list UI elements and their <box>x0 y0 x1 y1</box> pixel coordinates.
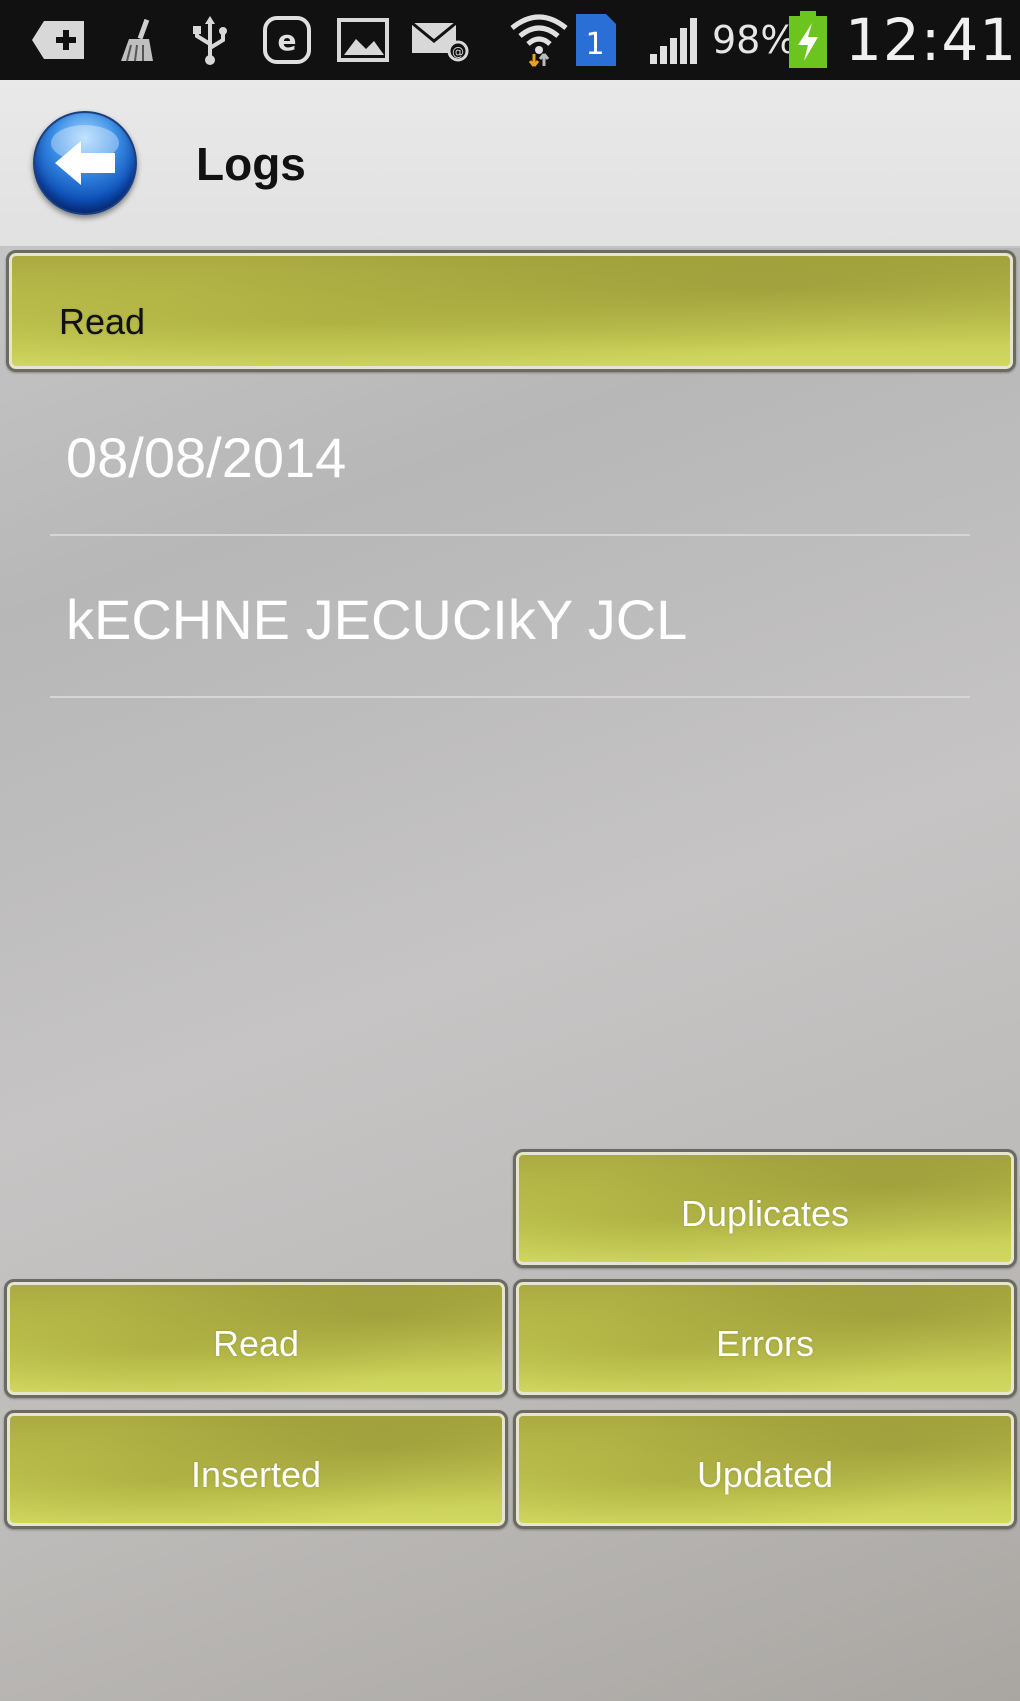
signal-icon <box>648 14 704 66</box>
inserted-button-label: Inserted <box>190 1453 322 1495</box>
wifi-icon <box>508 14 570 67</box>
page-title: Logs <box>196 138 306 190</box>
svg-text:e: e <box>278 24 297 57</box>
list-item-text: kECHNE JECUCIkY JCL <box>66 588 688 651</box>
action-bar: Logs <box>0 80 1020 248</box>
sim-1-icon: 1 <box>574 14 618 66</box>
e-icon: e <box>262 14 312 66</box>
list-item-date[interactable]: 08/08/2014 <box>50 376 970 536</box>
svg-text:@: @ <box>452 45 464 59</box>
add-icon <box>30 14 88 66</box>
duplicates-button-label: Duplicates <box>680 1192 850 1234</box>
duplicates-button[interactable]: Duplicates <box>513 1149 1017 1268</box>
image-icon <box>336 14 390 66</box>
updated-button-label: Updated <box>696 1453 834 1495</box>
back-arrow-icon <box>51 125 119 185</box>
svg-text:1: 1 <box>585 27 604 62</box>
updated-button[interactable]: Updated <box>513 1410 1017 1529</box>
section-header-read: Read <box>6 250 1016 372</box>
usb-icon <box>189 14 231 66</box>
battery-icon <box>786 11 830 68</box>
clock: 12:41 <box>845 6 1018 74</box>
read-button-label: Read <box>212 1322 300 1364</box>
read-button[interactable]: Read <box>4 1279 508 1398</box>
list-item-record[interactable]: kECHNE JECUCIkY JCL <box>50 538 970 698</box>
inserted-button[interactable]: Inserted <box>4 1410 508 1529</box>
list-item-text: 08/08/2014 <box>66 426 347 489</box>
section-header-label: Read <box>59 301 146 342</box>
broom-icon <box>113 14 159 66</box>
mail-icon: @ <box>410 14 470 66</box>
battery-percent: 98% <box>712 18 797 62</box>
errors-button[interactable]: Errors <box>513 1279 1017 1398</box>
errors-button-label: Errors <box>716 1322 814 1364</box>
back-button[interactable] <box>33 111 137 215</box>
status-bar: e @ 1 98% 12:41 <box>0 0 1020 80</box>
